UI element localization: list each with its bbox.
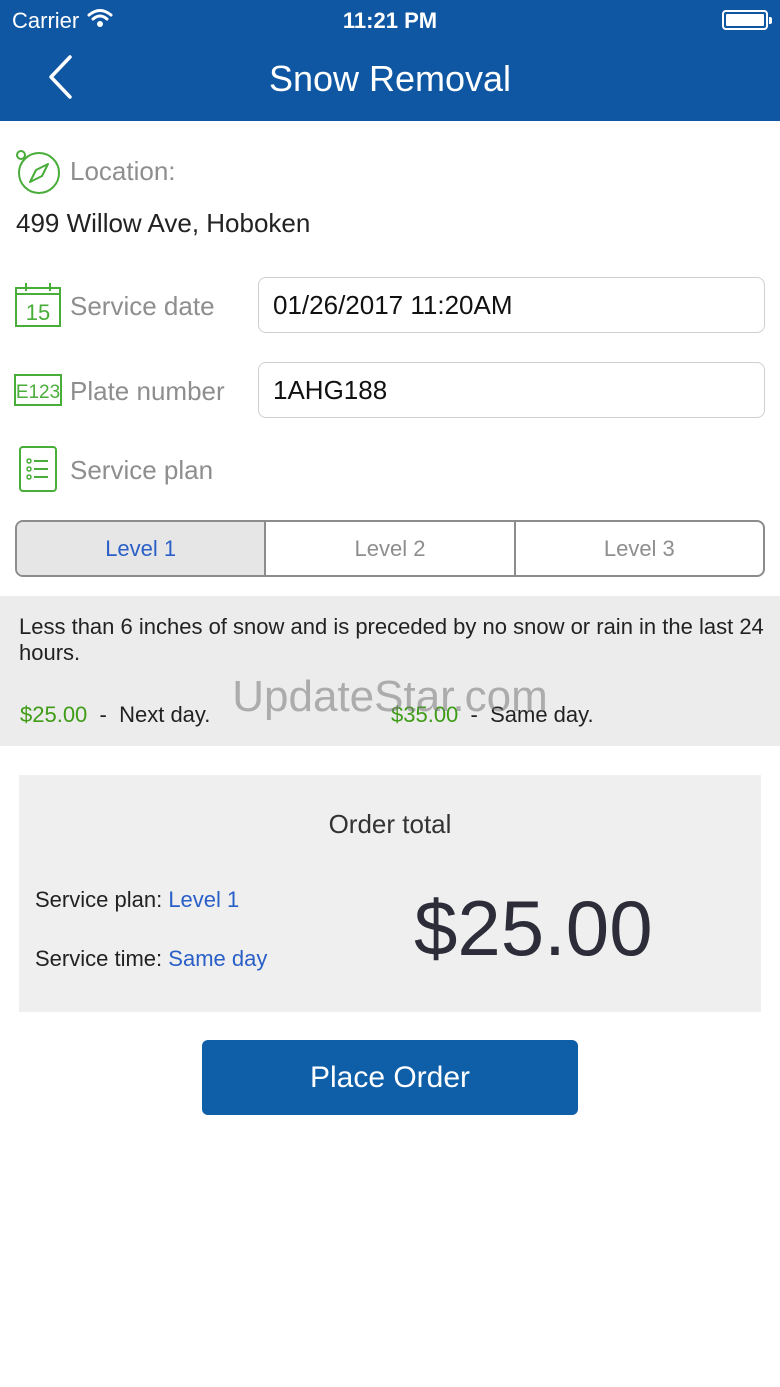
service-plan-segmented-control: Level 1 Level 2 Level 3 (15, 520, 765, 577)
order-total-title: Order total (328, 809, 452, 839)
navigation-bar: Snow Removal (0, 40, 780, 121)
segment-level-2[interactable]: Level 2 (266, 522, 516, 575)
summary-service-plan: Service plan: Level 1 (35, 887, 239, 913)
plan-description: Less than 6 inches of snow and is preced… (19, 614, 764, 665)
plate-number-label: Plate number (70, 376, 225, 406)
checklist-icon (18, 445, 58, 498)
summary-service-time: Service time: Same day (35, 946, 267, 972)
summary-plan-value: Level 1 (168, 887, 240, 912)
plate-number-field[interactable]: 1AHG188 (258, 362, 765, 418)
calendar-icon-day: 15 (26, 300, 50, 325)
watermark: UpdateStar.com (232, 672, 548, 721)
summary-plan-label: Service plan: (35, 887, 163, 912)
service-date-label: Service date (70, 291, 215, 321)
license-plate-icon: E123 (14, 374, 62, 411)
order-total-amount: $25.00 (414, 884, 653, 972)
status-bar: Carrier 11:21 PM (0, 0, 780, 40)
summary-time-value: Same day (168, 946, 268, 971)
compass-icon (14, 148, 62, 201)
segment-level-1[interactable]: Level 1 (17, 522, 267, 575)
summary-time-label: Service time: (35, 946, 163, 971)
license-plate-icon-text: E123 (16, 382, 60, 403)
battery-icon (722, 10, 772, 30)
service-date-field[interactable]: 01/26/2017 11:20AM (258, 277, 765, 333)
order-summary-panel: Order total Service plan: Level 1 Servic… (19, 775, 761, 1012)
location-label: Location: (70, 156, 176, 186)
location-address: 499 Willow Ave, Hoboken (16, 208, 311, 238)
service-plan-label: Service plan (70, 455, 214, 485)
plan-details-panel: Less than 6 inches of snow and is preced… (0, 596, 780, 746)
app-header: Carrier 11:21 PM Snow Removal (0, 0, 780, 121)
segment-level-3[interactable]: Level 3 (516, 522, 763, 575)
place-order-button[interactable]: Place Order (202, 1040, 578, 1115)
status-time: 11:21 PM (342, 8, 438, 33)
page-title: Snow Removal (268, 58, 512, 99)
calendar-icon: 15 (14, 282, 62, 333)
